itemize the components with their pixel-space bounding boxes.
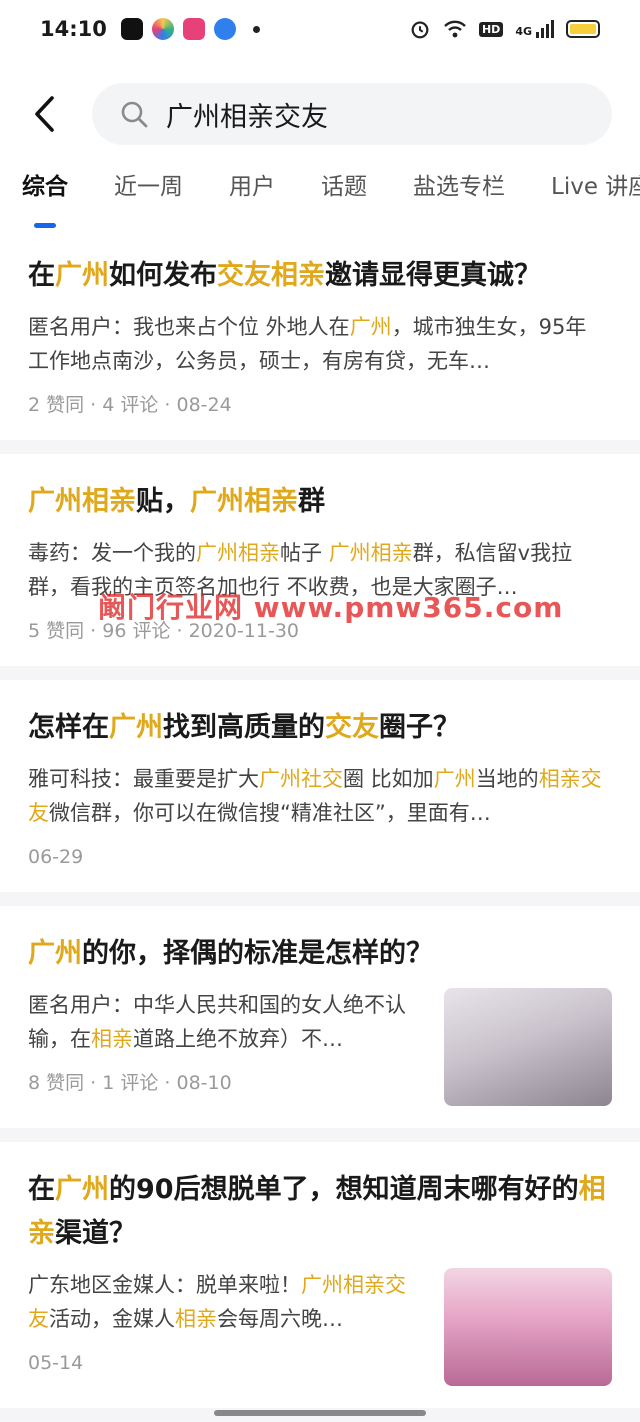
keyword-highlight: 广州相亲 — [190, 486, 298, 517]
result-snippet: 雅可科技：最重要是扩大广州社交圈 比如加广州当地的相亲交友微信群，你可以在微信搜… — [28, 762, 612, 830]
status-bar: 14:10 HD 4G — [0, 0, 640, 58]
text-segment: 的90后想脱单了，想知道周末哪有好的 — [109, 1174, 579, 1205]
result-meta: 2 赞同 · 4 评论 · 08-24 — [28, 394, 232, 416]
signal-icon: 4G — [515, 20, 554, 38]
keyword-highlight: 相亲 — [175, 1307, 217, 1331]
tab-bar: 综合 近一周 用户 话题 盐选专栏 Live 讲座 — [0, 170, 640, 228]
text-segment: 匿名用户：我也来占个位 外地人在 — [28, 315, 350, 339]
result-snippet: 毒药：发一个我的广州相亲帖子 广州相亲群，私信留v我拉群，看我的主页签名加也行 … — [28, 536, 612, 604]
video-app-icon — [182, 18, 205, 40]
text-segment: 活动，金媒人 — [49, 1307, 175, 1331]
keyword-highlight: 广州社交 — [259, 767, 343, 791]
text-segment: 如何发布 — [109, 260, 217, 291]
tab-3[interactable]: 话题 — [321, 170, 367, 228]
text-segment: 贴， — [136, 486, 190, 517]
battery-icon — [566, 20, 600, 38]
status-time: 14:10 — [40, 17, 107, 41]
keyword-highlight: 广州 — [55, 1174, 109, 1205]
result-content: 广东地区金媒人：脱单来啦！广州相亲交友活动，金媒人相亲会每周六晚… 05-14 — [28, 1268, 612, 1386]
text-segment: 邀请显得更真诚？ — [325, 260, 541, 291]
back-button[interactable] — [24, 94, 64, 134]
keyword-highlight: 广州 — [433, 767, 476, 791]
text-segment: 雅可科技：最重要是扩大 — [28, 767, 259, 791]
keyword-highlight: 广州相亲 — [328, 541, 413, 565]
result-meta: 5 赞同 · 96 评论 · 2020-11-30 — [28, 620, 300, 642]
result-meta: 05-14 — [28, 1352, 84, 1374]
keyword-highlight: 广州 — [55, 260, 109, 291]
result-thumbnail-image[interactable] — [444, 1268, 612, 1386]
chevron-left-icon — [35, 96, 54, 132]
keyword-highlight: 交友 — [325, 712, 379, 743]
result-card[interactable]: 广州相亲贴，广州相亲群 毒药：发一个我的广州相亲帖子 广州相亲群，私信留v我拉群，… — [0, 454, 640, 666]
result-content: 匿名用户：我也来占个位 外地人在广州，城市独生女，95年 工作地点南沙，公务员，… — [28, 310, 612, 418]
result-body: 毒药：发一个我的广州相亲帖子 广州相亲群，私信留v我拉群，看我的主页签名加也行 … — [28, 536, 612, 644]
result-card[interactable]: 怎样在广州找到高质量的交友圈子？ 雅可科技：最重要是扩大广州社交圈 比如加广州当地… — [0, 680, 640, 892]
result-content: 匿名用户：中华人民共和国的女人绝不认输，在相亲道路上绝不放弃）不… 8 赞同 · … — [28, 988, 612, 1106]
text-segment: 当地的 — [475, 767, 539, 791]
search-query: 广州相亲交友 — [166, 101, 328, 133]
text-segment: 在 — [28, 260, 55, 291]
result-meta: 06-29 — [28, 846, 84, 868]
search-icon — [120, 100, 148, 128]
colorful-app-icon — [151, 18, 174, 40]
result-body: 广东地区金媒人：脱单来啦！广州相亲交友活动，金媒人相亲会每周六晚… 05-14 — [28, 1268, 420, 1386]
tab-1[interactable]: 近一周 — [114, 170, 183, 228]
text-segment: 毒药：发一个我的 — [28, 541, 196, 565]
result-title[interactable]: 在广州的90后想脱单了，想知道周末哪有好的相亲渠道？ — [28, 1168, 612, 1256]
text-segment: 的你，择偶的标准是怎样的？ — [82, 938, 433, 969]
text-segment: 圈子？ — [379, 712, 460, 743]
tab-0[interactable]: 综合 — [22, 170, 68, 228]
keyword-highlight: 相亲 — [91, 1027, 133, 1051]
tiktok-app-icon — [120, 18, 143, 40]
blue-app-icon — [213, 18, 236, 40]
home-indicator[interactable] — [214, 1410, 426, 1416]
result-body: 匿名用户：中华人民共和国的女人绝不认输，在相亲道路上绝不放弃）不… 8 赞同 · … — [28, 988, 420, 1106]
search-input[interactable]: 广州相亲交友 — [92, 83, 612, 145]
text-segment: 怎样在 — [28, 712, 109, 743]
keyword-highlight: 交友相亲 — [217, 260, 325, 291]
alarm-icon — [411, 21, 429, 39]
text-segment: 渠道？ — [55, 1218, 136, 1249]
result-content: 雅可科技：最重要是扩大广州社交圈 比如加广州当地的相亲交友微信群，你可以在微信搜… — [28, 762, 612, 870]
result-snippet: 匿名用户：中华人民共和国的女人绝不认输，在相亲道路上绝不放弃）不… — [28, 988, 420, 1056]
keyword-highlight: 广州 — [109, 712, 163, 743]
keyword-highlight: 广州相亲 — [196, 541, 280, 565]
text-segment: 微信群，你可以在微信搜“精准社区”，里面有… — [49, 801, 491, 825]
result-title[interactable]: 怎样在广州找到高质量的交友圈子？ — [28, 706, 612, 750]
result-card[interactable]: 广州的你，择偶的标准是怎样的？ 匿名用户：中华人民共和国的女人绝不认输，在相亲道路… — [0, 906, 640, 1128]
tab-2[interactable]: 用户 — [229, 170, 275, 228]
keyword-highlight: 广州 — [28, 938, 82, 969]
result-body: 雅可科技：最重要是扩大广州社交圈 比如加广州当地的相亲交友微信群，你可以在微信搜… — [28, 762, 612, 870]
text-segment: 圈 比如加 — [343, 767, 434, 791]
text-segment: 在 — [28, 1174, 55, 1205]
text-segment: 道路上绝不放弃）不… — [133, 1027, 343, 1051]
keyword-highlight: 广州相亲 — [28, 486, 136, 517]
tab-4[interactable]: 盐选专栏 — [413, 170, 505, 228]
network-label: 4G — [515, 25, 532, 38]
wifi-icon — [444, 20, 466, 38]
result-snippet: 广东地区金媒人：脱单来啦！广州相亲交友活动，金媒人相亲会每周六晚… — [28, 1268, 420, 1336]
tab-5[interactable]: Live 讲座 — [551, 170, 640, 228]
text-segment: 会每周六晚… — [217, 1307, 343, 1331]
result-title[interactable]: 广州的你，择偶的标准是怎样的？ — [28, 932, 612, 976]
text-segment: 群 — [298, 486, 325, 517]
keyword-highlight: 广州 — [349, 315, 392, 339]
result-card[interactable]: 在广州的90后想脱单了，想知道周末哪有好的相亲渠道？ 广东地区金媒人：脱单来啦！广… — [0, 1142, 640, 1408]
search-header: 广州相亲交友 — [0, 58, 640, 170]
results-list: 在广州如何发布交友相亲邀请显得更真诚？ 匿名用户：我也来占个位 外地人在广州，城市… — [0, 228, 640, 1408]
notification-dot-icon — [252, 25, 260, 33]
hd-icon: HD — [478, 21, 504, 37]
result-meta: 8 赞同 · 1 评论 · 08-10 — [28, 1072, 232, 1094]
text-segment: 帖子 — [280, 541, 329, 565]
result-thumbnail-image[interactable] — [444, 988, 612, 1106]
result-body: 匿名用户：我也来占个位 外地人在广州，城市独生女，95年 工作地点南沙，公务员，… — [28, 310, 612, 418]
text-segment: 广东地区金媒人：脱单来啦！ — [28, 1273, 301, 1297]
result-content: 毒药：发一个我的广州相亲帖子 广州相亲群，私信留v我拉群，看我的主页签名加也行 … — [28, 536, 612, 644]
text-segment: 找到高质量的 — [163, 712, 325, 743]
result-card[interactable]: 在广州如何发布交友相亲邀请显得更真诚？ 匿名用户：我也来占个位 外地人在广州，城市… — [0, 228, 640, 440]
result-snippet: 匿名用户：我也来占个位 外地人在广州，城市独生女，95年 工作地点南沙，公务员，… — [28, 310, 612, 378]
status-right: HD 4G — [409, 18, 600, 40]
result-title[interactable]: 在广州如何发布交友相亲邀请显得更真诚？ — [28, 254, 612, 298]
result-title[interactable]: 广州相亲贴，广州相亲群 — [28, 480, 612, 524]
